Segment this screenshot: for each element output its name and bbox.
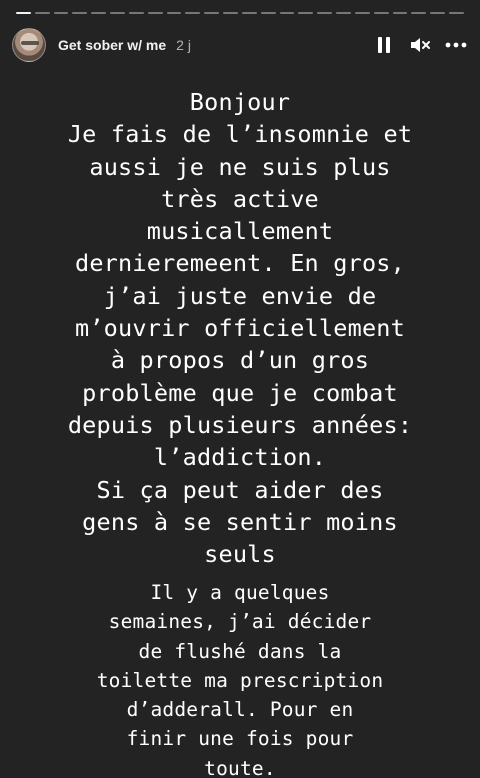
progress-segment [373, 12, 389, 14]
pause-button[interactable] [370, 31, 398, 59]
progress-segment [241, 12, 257, 14]
story-text-line: depuis plusieurs années: [67, 410, 413, 439]
username[interactable]: Get sober w/ me [58, 37, 166, 53]
progress-segment [336, 12, 351, 14]
story-text-block-2: Il y a quelques semaines, j’ai décider de … [0, 578, 480, 778]
story-text-line: aussi je ne suis plus [89, 152, 391, 181]
speaker-muted-icon [411, 38, 430, 52]
progress-segment [260, 12, 276, 14]
story-text-line: d’adderall. Pour en [126, 698, 354, 722]
story-text-line: gens à se sentir moins [82, 507, 398, 536]
progress-segment [204, 12, 220, 14]
story-progress-bar [16, 12, 464, 14]
progress-segment [128, 12, 144, 14]
progress-segment [354, 12, 370, 14]
pause-icon [378, 37, 390, 53]
progress-segment [430, 12, 446, 14]
progress-segment [185, 12, 201, 14]
story-text-line: Il y a quelques [150, 581, 330, 604]
story-text-line: finir une fois pour [126, 727, 354, 751]
post-time: 2 j [176, 37, 191, 53]
mute-button[interactable] [406, 31, 434, 59]
progress-segment [411, 12, 427, 14]
progress-segment [53, 12, 69, 14]
story-text-line: problème que je combat [82, 378, 398, 407]
story-text-line: toute. [204, 756, 276, 778]
story-text-line: de flushé dans la [138, 639, 342, 663]
story-viewer[interactable]: Get sober w/ me 2 j Bonjour Je fais de l’… [0, 0, 480, 778]
progress-segment [72, 12, 88, 14]
progress-segment [279, 12, 295, 14]
avatar[interactable] [12, 28, 46, 62]
story-text-line: Si ça peut aider des [96, 475, 384, 504]
story-text-line: m’ouvrir officiellement [74, 314, 405, 343]
progress-segment [298, 12, 314, 14]
story-text-line: j’ai juste envie de [103, 281, 377, 310]
story-text-block-1: Bonjour Je fais de l’insomnie et aussi je … [0, 86, 480, 570]
more-options-button[interactable] [442, 31, 470, 59]
story-text-line: seuls [204, 540, 276, 569]
story-text-line: toilette ma prescription [96, 668, 384, 692]
progress-segment [392, 12, 408, 14]
story-header: Get sober w/ me 2 j [12, 25, 470, 65]
story-text-line: dernieremeent. En gros, [74, 249, 405, 278]
progress-segment [110, 12, 125, 14]
progress-segment [147, 12, 163, 14]
story-text-line: Je fais de l’insomnie et [67, 120, 413, 149]
progress-segment [16, 12, 31, 14]
story-text-line: Bonjour [189, 88, 291, 116]
progress-segment [91, 12, 107, 14]
progress-segment [317, 12, 333, 14]
story-text-line: l’addiction. [153, 443, 327, 472]
more-horizontal-icon [445, 42, 467, 48]
story-text-line: musicallement [146, 217, 334, 246]
progress-segment [449, 12, 464, 14]
progress-segment [223, 12, 238, 14]
progress-segment [34, 12, 50, 14]
story-text-line: semaines, j’ai décider [108, 610, 372, 634]
progress-segment [166, 12, 182, 14]
story-text-line: à propos d’un gros [110, 346, 370, 375]
story-text-line: très active [161, 184, 319, 213]
